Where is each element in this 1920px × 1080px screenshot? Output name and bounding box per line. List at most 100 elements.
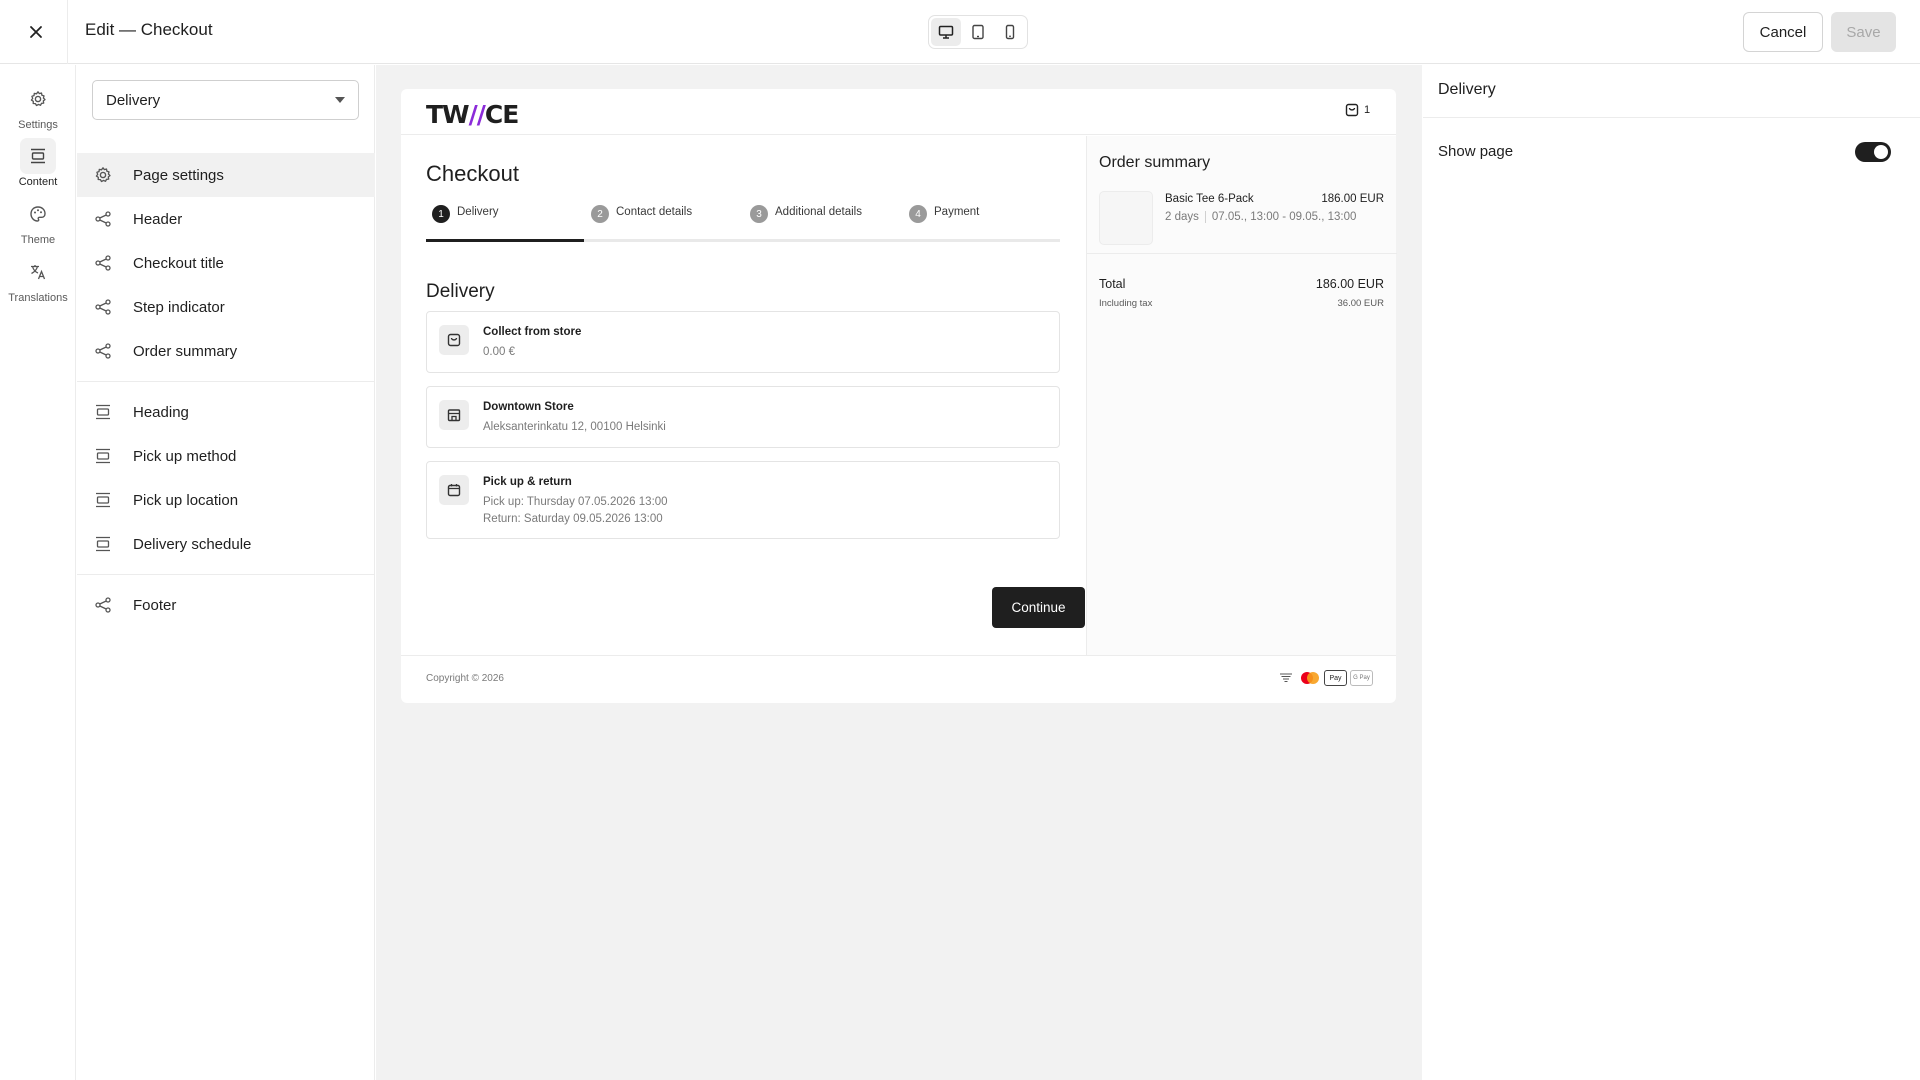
cart-indicator[interactable]: 1: [1345, 103, 1370, 117]
step-label: Additional details: [775, 206, 862, 218]
nav-item-delivery-schedule[interactable]: Delivery schedule: [77, 522, 375, 566]
page-select[interactable]: Delivery: [92, 80, 359, 120]
cart-count: 1: [1364, 104, 1371, 116]
show-page-toggle[interactable]: [1855, 142, 1891, 162]
google-pay-icon: G Pay: [1350, 670, 1373, 686]
rail-item-theme[interactable]: Theme: [0, 196, 76, 246]
product-name: Basic Tee 6-Pack: [1165, 193, 1254, 205]
product-thumbnail: [1099, 191, 1153, 245]
product-meta: 2 days 07.05., 13:00 - 09.05., 13:00: [1165, 211, 1356, 223]
rail-label: Translations: [8, 292, 68, 304]
rail-icon-wrap: [20, 254, 56, 290]
share-icon: [93, 209, 113, 229]
properties-panel: Delivery Show page: [1423, 65, 1920, 1080]
close-button[interactable]: [22, 18, 50, 46]
product-price: 186.00 EUR: [1321, 193, 1384, 205]
page-select-value: Delivery: [106, 91, 161, 109]
option-downtown-store[interactable]: Downtown Store Aleksanterinkatu 12, 0010…: [426, 386, 1060, 448]
rail-item-translations[interactable]: Translations: [0, 254, 76, 304]
rail-label: Content: [18, 176, 58, 188]
nav-item-heading[interactable]: Heading: [77, 390, 375, 434]
order-summary-title: Order summary: [1099, 154, 1211, 171]
nav-item-pick-up-method[interactable]: Pick up method: [77, 434, 375, 478]
step-number: 2: [591, 205, 609, 223]
close-icon: [30, 26, 42, 38]
nav-item-label: Delivery schedule: [133, 535, 252, 553]
nav-item-step-indicator[interactable]: Step indicator: [77, 285, 375, 329]
step-label: Payment: [934, 206, 980, 218]
share-icon: [93, 253, 113, 273]
step-indicator: 1 Delivery 2 Contact details 3 Additiona…: [426, 205, 1060, 242]
content-panel: Delivery Page settings Header Checkout t…: [77, 65, 375, 1080]
total-value: 186.00 EUR: [1315, 277, 1384, 291]
pickup-time: Pick up: Thursday 07.05.2026 13:00: [483, 496, 668, 508]
bag-icon: [1345, 103, 1359, 117]
preview-canvas: TW//CE 1 Checkout 1 Delivery 2 Contact d…: [376, 65, 1422, 1080]
step-contact-details[interactable]: 2 Contact details: [591, 205, 693, 242]
step-number: 3: [750, 205, 768, 223]
nav-divider: [77, 574, 375, 575]
rail-item-content[interactable]: Content: [0, 138, 76, 188]
checkout-title: Checkout: [426, 161, 519, 186]
rail-label: Theme: [20, 234, 56, 246]
nav-item-label: Page settings: [133, 166, 224, 184]
topbar-divider: [67, 0, 68, 64]
copyright-text: Copyright © 2026: [426, 673, 504, 684]
nav-item-checkout-title[interactable]: Checkout title: [77, 241, 375, 285]
nav-item-order-summary[interactable]: Order summary: [77, 329, 375, 373]
checkout-preview-card: TW//CE 1 Checkout 1 Delivery 2 Contact d…: [401, 89, 1397, 703]
device-switcher: [928, 15, 1028, 49]
step-additional-details[interactable]: 3 Additional details: [750, 205, 862, 242]
nav-item-page-settings[interactable]: Page settings: [77, 153, 375, 197]
desktop-icon: [938, 25, 954, 39]
nav-item-pick-up-location[interactable]: Pick up location: [77, 478, 375, 522]
translate-icon: [31, 265, 46, 280]
step-payment[interactable]: 4 Payment: [909, 205, 980, 242]
top-bar: Edit — Checkout Cancel Save: [0, 0, 1920, 64]
option-title: Downtown Store: [483, 401, 574, 413]
option-price: 0.00 €: [483, 346, 515, 358]
rail-item-settings[interactable]: Settings: [0, 81, 76, 131]
checkout-main: Checkout 1 Delivery 2 Contact details 3 …: [401, 136, 1085, 655]
nav-item-label: Step indicator: [133, 298, 225, 316]
nav-divider: [77, 381, 375, 382]
tablet-view-button[interactable]: [963, 18, 993, 46]
mastercard-icon: [1298, 670, 1322, 686]
toggle-knob: [1874, 145, 1888, 159]
cancel-button[interactable]: Cancel: [1743, 12, 1823, 52]
section-icon: [93, 534, 113, 554]
option-address: Aleksanterinkatu 12, 00100 Helsinki: [483, 421, 666, 433]
step-number: 1: [432, 205, 450, 223]
bag-icon: [439, 325, 469, 355]
rail-icon-wrap: [20, 196, 56, 232]
tax-label: Including tax: [1099, 298, 1153, 309]
calendar-icon: [439, 475, 469, 505]
nav-item-label: Pick up location: [133, 491, 239, 509]
rail-label: Settings: [18, 119, 58, 131]
total-label: Total: [1099, 277, 1126, 291]
mobile-view-button[interactable]: [995, 18, 1025, 46]
continue-button[interactable]: Continue: [992, 587, 1085, 628]
step-label: Contact details: [616, 206, 693, 218]
nav-item-label: Checkout title: [133, 254, 224, 272]
step-delivery[interactable]: 1 Delivery: [432, 205, 499, 242]
nav-item-header[interactable]: Header: [77, 197, 375, 241]
section-icon: [93, 446, 113, 466]
save-button[interactable]: Save: [1831, 12, 1896, 52]
step-label: Delivery: [457, 206, 499, 218]
gear-icon: [93, 165, 113, 185]
option-pick-up-return[interactable]: Pick up & return Pick up: Thursday 07.05…: [426, 461, 1060, 539]
preview-header: TW//CE 1: [401, 89, 1396, 135]
show-page-label: Show page: [1438, 143, 1514, 160]
meta-divider: [1204, 211, 1206, 223]
nav-item-label: Footer: [133, 596, 177, 614]
option-collect-from-store[interactable]: Collect from store 0.00 €: [426, 311, 1060, 373]
tax-value: 36.00 EUR: [1337, 298, 1384, 309]
rail-icon-wrap: [20, 81, 56, 117]
desktop-view-button[interactable]: [931, 18, 961, 46]
active-step-underline: [426, 239, 584, 242]
nav-item-label: Order summary: [133, 342, 238, 360]
tablet-icon: [972, 24, 984, 40]
wire-transfer-icon: [1278, 670, 1294, 686]
nav-item-footer[interactable]: Footer: [77, 583, 375, 627]
